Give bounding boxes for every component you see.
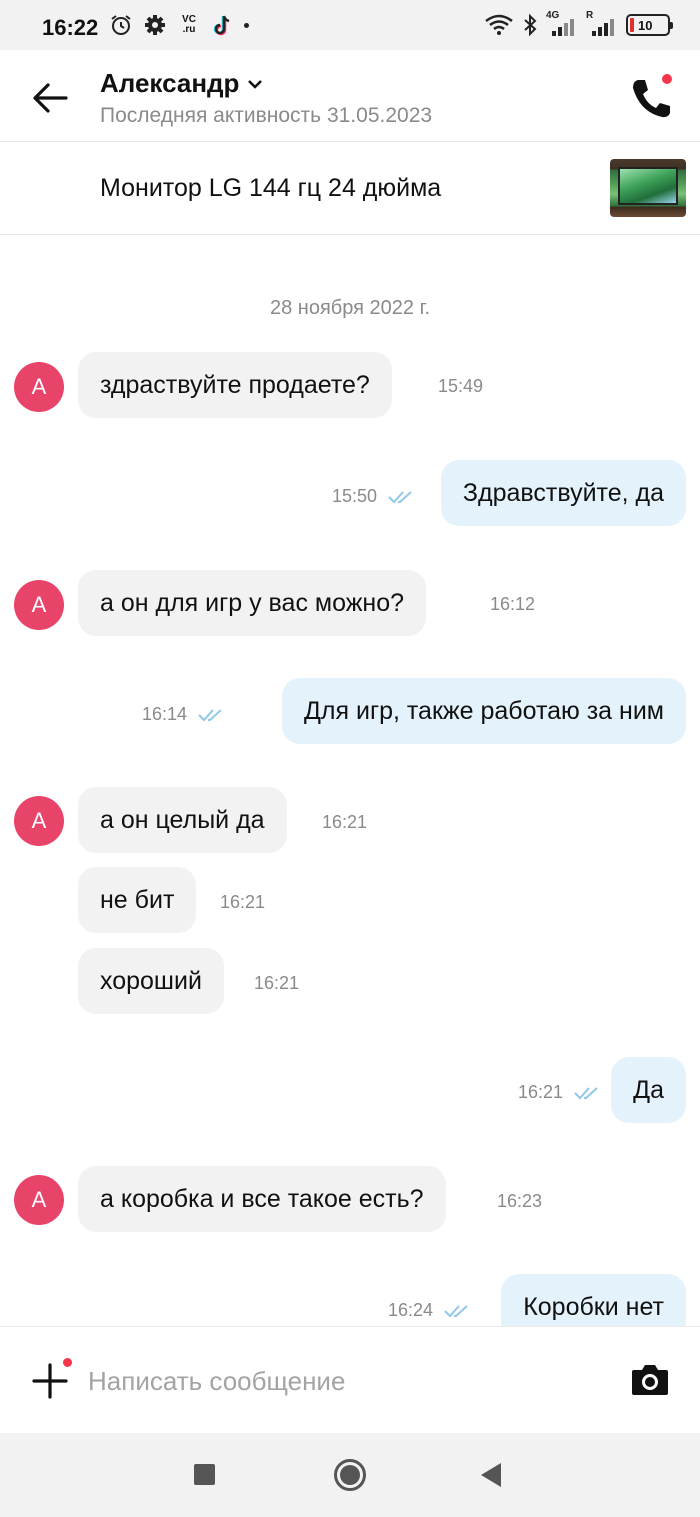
message-text: а он целый да xyxy=(100,805,265,834)
message-time: 16:12 xyxy=(490,594,536,614)
listing-thumbnail xyxy=(610,159,686,217)
signal-roaming-icon: R xyxy=(586,10,618,37)
message-text: Для игр, также работаю за ним xyxy=(304,696,664,725)
home-icon-inner xyxy=(340,1465,360,1485)
chevron-down-icon xyxy=(248,79,263,89)
bluetooth-icon xyxy=(524,13,537,37)
message-bubble-incoming[interactable]: а он целый да xyxy=(78,787,287,853)
date-separator: 28 ноября 2022 г. xyxy=(270,297,430,319)
message-text: хороший xyxy=(100,966,202,995)
alarm-icon xyxy=(111,15,131,35)
tiktok-icon xyxy=(213,15,230,36)
message-time: 16:21 xyxy=(518,1082,564,1102)
listing-card[interactable]: Монитор LG 144 гц 24 дюйма xyxy=(0,142,700,235)
message-bubble-outgoing[interactable]: Да xyxy=(611,1057,686,1123)
message-time: 16:24 xyxy=(388,1300,434,1320)
read-ticks-icon xyxy=(388,491,412,504)
signal-4g-label: 4G xyxy=(546,10,560,21)
sender-avatar[interactable]: А xyxy=(14,362,64,412)
back-triangle-icon[interactable] xyxy=(481,1463,501,1487)
read-ticks-icon xyxy=(574,1087,598,1100)
status-icons-left: VC .ru xyxy=(110,14,249,36)
battery-icon: 10 xyxy=(626,14,673,36)
signal-r-label: R xyxy=(586,10,594,21)
attachment-notification-badge xyxy=(61,1356,74,1369)
message-text: Здравствуйте, да xyxy=(462,478,664,507)
sender-avatar[interactable]: А xyxy=(14,1175,64,1225)
message-text: здраствуйте продаете? xyxy=(100,370,370,399)
status-time: 16:22 xyxy=(42,15,99,40)
message-text: Коробки нет xyxy=(523,1292,664,1321)
contact-name-button[interactable]: Александр xyxy=(100,68,263,99)
battery-level xyxy=(630,18,634,32)
home-icon[interactable] xyxy=(334,1459,366,1491)
back-arrow-icon[interactable] xyxy=(30,80,70,116)
message-time: 15:49 xyxy=(438,376,484,396)
message-time: 16:21 xyxy=(254,973,300,993)
battery-percent: 10 xyxy=(638,17,653,33)
vc-ru-icon: VC .ru xyxy=(182,14,196,35)
message-bubble-incoming[interactable]: хороший xyxy=(78,948,224,1014)
message-text: а коробка и все такое есть? xyxy=(100,1184,424,1213)
gear-icon xyxy=(145,15,165,35)
message-bubble-incoming[interactable]: а он для игр у вас можно? xyxy=(78,570,427,636)
message-text: Да xyxy=(633,1075,664,1104)
status-icons-right: 4G R 10 xyxy=(484,10,673,37)
read-ticks-icon xyxy=(198,709,222,722)
message-time: 16:23 xyxy=(497,1191,543,1211)
message-bubble-incoming[interactable]: не бит xyxy=(78,867,197,933)
monitor-image xyxy=(618,167,678,205)
listing-title: Монитор LG 144 гц 24 дюйма xyxy=(100,174,442,202)
system-navigation-bar xyxy=(0,1433,700,1517)
sender-avatar[interactable]: А xyxy=(14,796,64,846)
notification-dot-icon xyxy=(244,22,249,28)
read-ticks-icon xyxy=(444,1305,468,1318)
message-input[interactable] xyxy=(88,1357,588,1405)
message-list[interactable]: 28 ноября 2022 г. А здраствуйте продаете… xyxy=(0,236,700,1326)
message-bubble-outgoing[interactable]: Для игр, также работаю за ним xyxy=(282,678,686,744)
message-composer xyxy=(0,1326,700,1433)
status-bar: 16:22 VC .ru 4G R 10 xyxy=(0,0,700,50)
wifi-icon xyxy=(485,14,513,35)
message-text: а он для игр у вас можно? xyxy=(100,588,405,617)
chat-header: Александр Последняя активность 31.05.202… xyxy=(0,50,700,142)
message-text: не бит xyxy=(100,885,175,914)
call-notification-badge xyxy=(660,72,674,86)
message-bubble-incoming[interactable]: здраствуйте продаете? xyxy=(78,352,392,418)
contact-name: Александр xyxy=(100,68,240,98)
message-bubble-incoming[interactable]: а коробка и все такое есть? xyxy=(78,1166,446,1232)
message-time: 15:50 xyxy=(332,486,378,506)
message-time: 16:21 xyxy=(220,892,266,912)
message-bubble-outgoing[interactable]: Здравствуйте, да xyxy=(440,460,686,526)
message-bubble-outgoing[interactable]: Коробки нет xyxy=(501,1274,686,1326)
recent-apps-icon[interactable] xyxy=(194,1464,215,1485)
message-time: 16:21 xyxy=(322,812,368,832)
message-time: 16:14 xyxy=(142,704,188,724)
last-activity-text: Последняя активность 31.05.2023 xyxy=(100,104,433,127)
sender-avatar[interactable]: А xyxy=(14,580,64,630)
camera-icon[interactable] xyxy=(630,1360,670,1398)
signal-icon: 4G xyxy=(546,10,578,37)
call-button[interactable] xyxy=(630,72,676,120)
